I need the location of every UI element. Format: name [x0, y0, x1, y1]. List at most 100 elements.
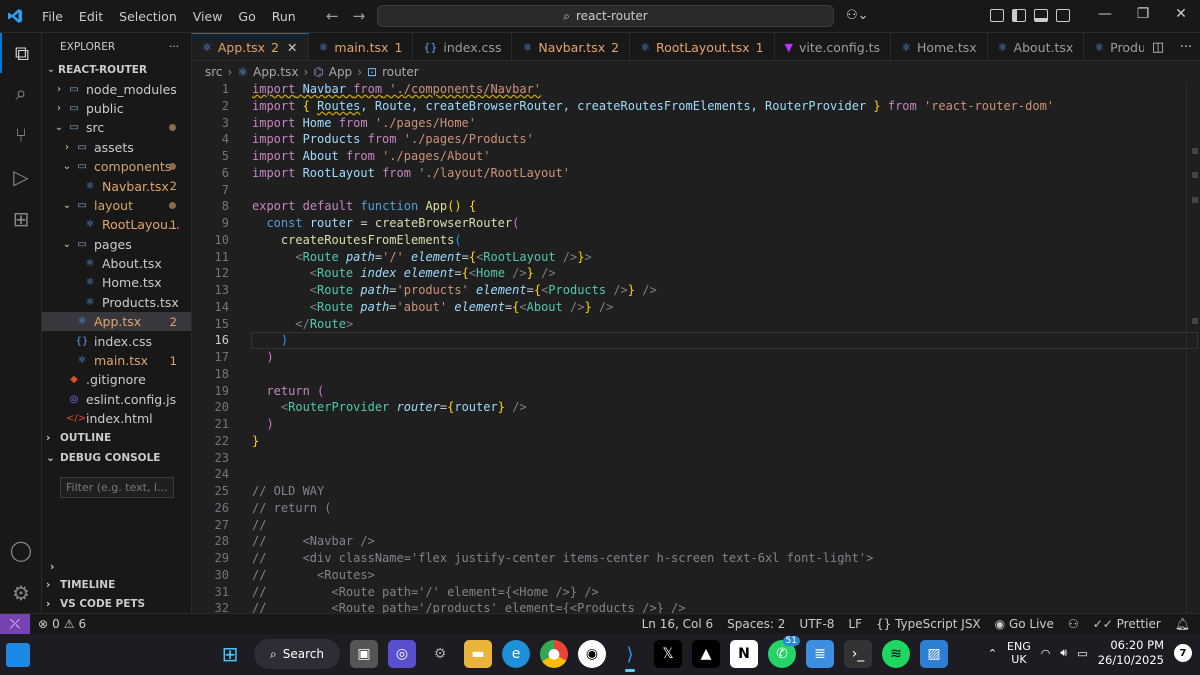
close-tab-icon[interactable]: ✕ — [287, 40, 297, 55]
breadcrumb-function[interactable]: App — [329, 65, 352, 79]
wifi-icon[interactable]: ◠ — [1041, 647, 1051, 660]
go-live-button[interactable]: ◉ Go Live — [995, 617, 1054, 631]
notepad-icon[interactable]: ≣ — [806, 640, 834, 668]
source-control-icon[interactable]: ⑂ — [0, 115, 42, 155]
vscode-pets-section[interactable]: › VS CODE PETS — [42, 594, 191, 613]
start-windows-icon[interactable]: ⊞ — [216, 640, 244, 668]
editor-tab[interactable]: ⚛ Navbar.tsx 2 — [512, 33, 631, 60]
widgets-icon[interactable] — [6, 643, 30, 667]
more-actions-icon[interactable]: ··· — [169, 41, 179, 53]
prettier-button[interactable]: ✓✓ Prettier — [1093, 617, 1161, 631]
photos-icon[interactable]: ▨ — [920, 640, 948, 668]
tree-item[interactable]: ⌄ ▭ layout — [42, 196, 191, 215]
timeline-section[interactable]: › TIMELINE — [42, 575, 191, 595]
workspace-root[interactable]: ⌄ REACT-ROUTER — [42, 60, 191, 79]
run-debug-icon[interactable]: ▷ — [0, 157, 42, 197]
settings-app-icon[interactable]: ⚙ — [426, 640, 454, 668]
account-icon[interactable]: ◯ — [0, 530, 42, 570]
indentation[interactable]: Spaces: 2 — [727, 617, 785, 631]
tree-item[interactable]: ⚛ Home.tsx — [42, 273, 191, 292]
vercel-icon[interactable]: ▲ — [692, 640, 720, 668]
tree-item[interactable]: ⌄ ▭ src — [42, 118, 191, 137]
more-actions-icon[interactable]: ··· — [1180, 40, 1192, 55]
tree-item[interactable]: {} index.css — [42, 331, 191, 350]
extensions-icon[interactable]: ⊞ — [0, 199, 42, 239]
copilot-status-icon[interactable]: ⚇ — [1068, 617, 1079, 631]
notifications-bell-icon[interactable]: 🔔︎ — [1175, 617, 1190, 631]
problems-indicator[interactable]: ⊗ 0 ⚠ 6 — [38, 617, 86, 631]
breadcrumb-src[interactable]: src — [205, 65, 223, 79]
language-indicator[interactable]: ENG UK — [1007, 640, 1031, 666]
notion-icon[interactable]: N — [730, 640, 758, 668]
search-activity-icon[interactable]: ⌕ — [0, 73, 42, 113]
tree-item[interactable]: </> index.html — [42, 409, 191, 428]
battery-icon[interactable]: ▭ — [1077, 647, 1087, 660]
menu-edit[interactable]: Edit — [71, 9, 111, 24]
spotify-icon[interactable]: ≋ — [882, 640, 910, 668]
menu-go[interactable]: Go — [230, 9, 263, 24]
tree-item[interactable]: ⚛ main.tsx 1 — [42, 351, 191, 370]
terminal-icon[interactable]: ›_ — [844, 640, 872, 668]
debug-console-section[interactable]: ⌄ DEBUG CONSOLE — [42, 448, 191, 468]
github-icon[interactable]: ◉ — [578, 640, 606, 668]
settings-gear-icon[interactable]: ⚙ — [0, 573, 42, 613]
language-mode[interactable]: {} TypeScript JSX — [876, 617, 981, 631]
x-twitter-icon[interactable]: 𝕏 — [654, 640, 682, 668]
tree-item[interactable]: › ▭ assets — [42, 138, 191, 157]
whatsapp-icon[interactable]: ✆ 51 — [768, 636, 800, 668]
end-of-line[interactable]: LF — [848, 617, 862, 631]
menu-file[interactable]: File — [34, 9, 71, 24]
menu-view[interactable]: View — [185, 9, 231, 24]
tree-item[interactable]: ⚛ RootLayou... 1 — [42, 215, 191, 234]
collapsed-section[interactable]: › — [46, 557, 54, 577]
editor-tab[interactable]: ⚛ Home.tsx — [891, 33, 988, 60]
back-arrow-icon[interactable]: ← — [326, 7, 339, 25]
breadcrumb-symbol[interactable]: router — [382, 65, 419, 79]
toggle-panel-icon[interactable] — [1034, 9, 1048, 22]
split-editor-icon[interactable]: ◫ — [1152, 40, 1164, 55]
clock[interactable]: 06:20 PM 26/10/2025 — [1098, 638, 1164, 668]
command-center-search[interactable]: ⌕ react-router — [377, 5, 834, 27]
editor-tab[interactable]: ⚛ main.tsx 1 — [309, 33, 414, 60]
tree-item[interactable]: ⌄ ▭ pages — [42, 235, 191, 254]
editor-tab[interactable]: ⚛ RootLayout.tsx 1 — [630, 33, 775, 60]
debug-filter-input[interactable]: Filter (e.g. text, l... — [60, 477, 174, 499]
editor-tab[interactable]: ⚛ App.tsx 2 ✕ — [192, 33, 309, 60]
tree-item[interactable]: ⌄ ▭ components — [42, 157, 191, 176]
breadcrumb-file[interactable]: App.tsx — [253, 65, 298, 79]
toggle-primary-sidebar-icon[interactable] — [1012, 9, 1026, 22]
remote-indicator-icon[interactable]: ⤫ — [0, 613, 30, 635]
menu-selection[interactable]: Selection — [111, 9, 185, 24]
chrome-browser-icon[interactable]: ● — [540, 640, 568, 668]
cursor-position[interactable]: Ln 16, Col 6 — [642, 617, 714, 631]
tree-item[interactable]: ⚛ App.tsx 2 — [42, 312, 191, 332]
menu-run[interactable]: Run — [264, 9, 304, 24]
restore-icon[interactable]: ❐ — [1124, 6, 1162, 22]
close-window-icon[interactable]: ✕ — [1162, 6, 1200, 22]
editor-tab[interactable]: {} index.css — [413, 33, 513, 60]
code-editor[interactable]: 1 import Navbar from './components/Navbar… — [192, 82, 1200, 613]
tree-item[interactable]: ⚛ Products.tsx — [42, 293, 191, 312]
toggle-secondary-sidebar-icon[interactable] — [1056, 9, 1070, 22]
encoding[interactable]: UTF-8 — [799, 617, 834, 631]
explorer-icon[interactable]: ⧉ — [0, 33, 42, 73]
editor-tab[interactable]: ⚛ About.tsx — [988, 33, 1085, 60]
volume-icon[interactable]: 🔊︎ — [1060, 646, 1067, 660]
tree-item[interactable]: ◆ .gitignore — [42, 370, 191, 389]
task-view-icon[interactable]: ▣ — [350, 640, 378, 668]
tree-item[interactable]: › ▭ node_modules — [42, 79, 191, 98]
outline-section[interactable]: › OUTLINE — [42, 428, 191, 448]
editor-scrollbar[interactable] — [1186, 82, 1200, 613]
file-explorer-icon[interactable]: ▬ — [464, 640, 492, 668]
copilot-icon[interactable]: ⚇⌄ — [846, 8, 869, 23]
chevron-up-icon[interactable]: ⌃ — [988, 647, 997, 660]
forward-arrow-icon[interactable]: → — [353, 7, 366, 25]
minimize-icon[interactable]: — — [1086, 6, 1124, 22]
edge-browser-icon[interactable]: e — [502, 640, 530, 668]
tree-item[interactable]: ⚛ About.tsx — [42, 254, 191, 273]
customize-layout-icon[interactable] — [990, 9, 1004, 22]
editor-tab[interactable]: ▼ vite.config.ts — [775, 33, 892, 60]
notification-count[interactable]: 7 — [1174, 644, 1192, 662]
vscode-taskbar-icon[interactable]: ⟩ — [616, 640, 644, 672]
tree-item[interactable]: › ▭ public — [42, 99, 191, 118]
